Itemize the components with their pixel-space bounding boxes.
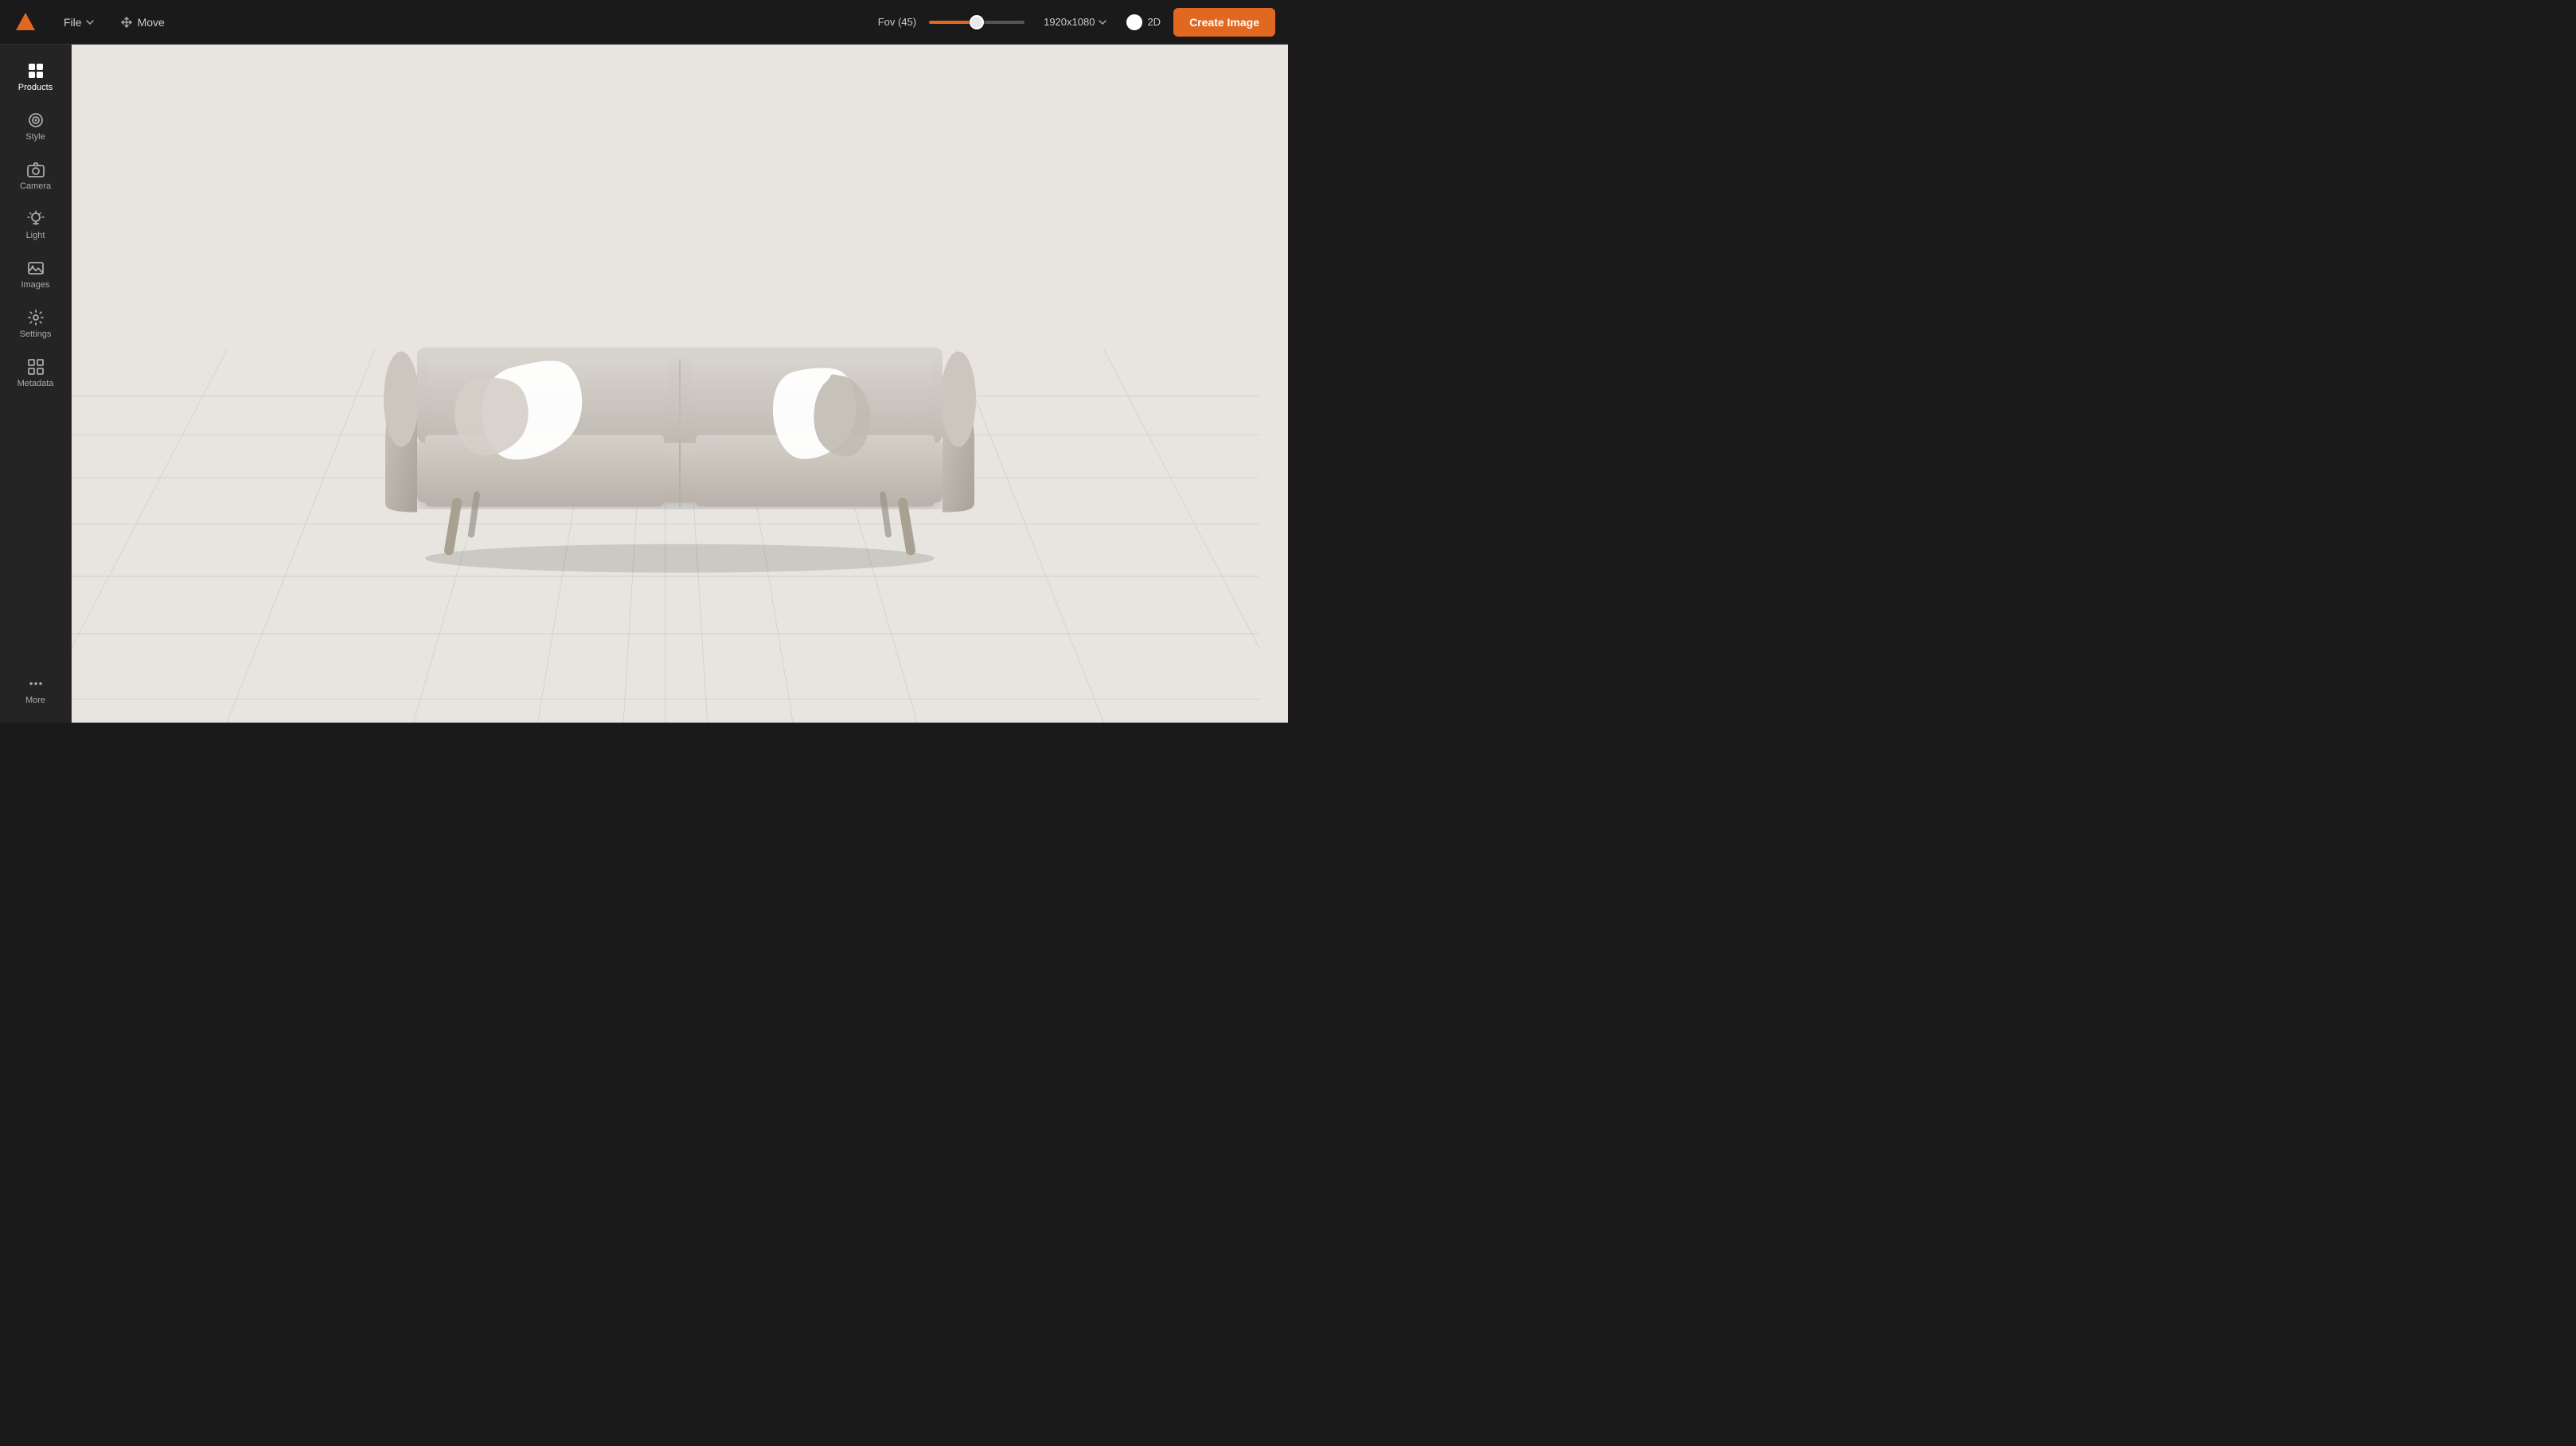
sidebar-item-light[interactable]: Light bbox=[6, 202, 66, 248]
sidebar-item-settings[interactable]: Settings bbox=[6, 301, 66, 347]
sidebar-item-images[interactable]: Images bbox=[6, 251, 66, 298]
sidebar-item-style[interactable]: Style bbox=[6, 103, 66, 150]
light-icon bbox=[27, 210, 45, 228]
2d-toggle-indicator bbox=[1126, 14, 1142, 30]
2d-toggle[interactable]: 2D bbox=[1126, 14, 1161, 30]
chevron-down-icon bbox=[1098, 18, 1107, 27]
move-icon bbox=[120, 16, 133, 29]
sofa-illustration bbox=[353, 201, 1006, 583]
more-icon bbox=[27, 675, 45, 692]
fov-slider[interactable] bbox=[929, 21, 1025, 24]
create-image-label: Create Image bbox=[1189, 16, 1259, 29]
resolution-label: 1920x1080 bbox=[1044, 16, 1095, 28]
sidebar: Products Style Camera Ligh bbox=[0, 45, 72, 723]
light-label: Light bbox=[26, 231, 45, 240]
sidebar-item-more[interactable]: More bbox=[6, 667, 66, 713]
file-menu-button[interactable]: File bbox=[57, 13, 101, 32]
topbar: File Move Fov (45) 1920x1080 2D Create I… bbox=[0, 0, 1288, 45]
sidebar-item-products[interactable]: Products bbox=[6, 54, 66, 100]
images-label: Images bbox=[21, 280, 49, 290]
fov-label: Fov (45) bbox=[878, 16, 916, 28]
metadata-icon bbox=[27, 358, 45, 376]
logo-area bbox=[13, 10, 38, 35]
2d-label: 2D bbox=[1147, 16, 1161, 28]
resolution-button[interactable]: 1920x1080 bbox=[1037, 13, 1114, 31]
app-logo bbox=[13, 10, 38, 35]
file-label: File bbox=[64, 16, 82, 29]
canvas-area[interactable]: .grid-line { stroke: #c8c4be; stroke-wid… bbox=[72, 45, 1288, 723]
settings-icon bbox=[27, 309, 45, 326]
chevron-down-icon bbox=[85, 18, 95, 27]
metadata-label: Metadata bbox=[18, 379, 54, 388]
settings-label: Settings bbox=[20, 329, 52, 339]
style-label: Style bbox=[25, 132, 45, 142]
sidebar-item-camera[interactable]: Camera bbox=[6, 153, 66, 199]
style-icon bbox=[27, 111, 45, 129]
products-icon bbox=[27, 62, 45, 80]
images-icon bbox=[27, 259, 45, 277]
main-layout: Products Style Camera Ligh bbox=[0, 45, 1288, 723]
sofa-container bbox=[353, 201, 1006, 583]
camera-label: Camera bbox=[20, 181, 51, 191]
move-button[interactable]: Move bbox=[114, 13, 171, 32]
create-image-button[interactable]: Create Image bbox=[1173, 8, 1275, 37]
sidebar-item-metadata[interactable]: Metadata bbox=[6, 350, 66, 396]
more-label: More bbox=[25, 696, 45, 705]
camera-icon bbox=[27, 161, 45, 178]
move-label: Move bbox=[138, 16, 165, 29]
products-label: Products bbox=[18, 83, 53, 92]
